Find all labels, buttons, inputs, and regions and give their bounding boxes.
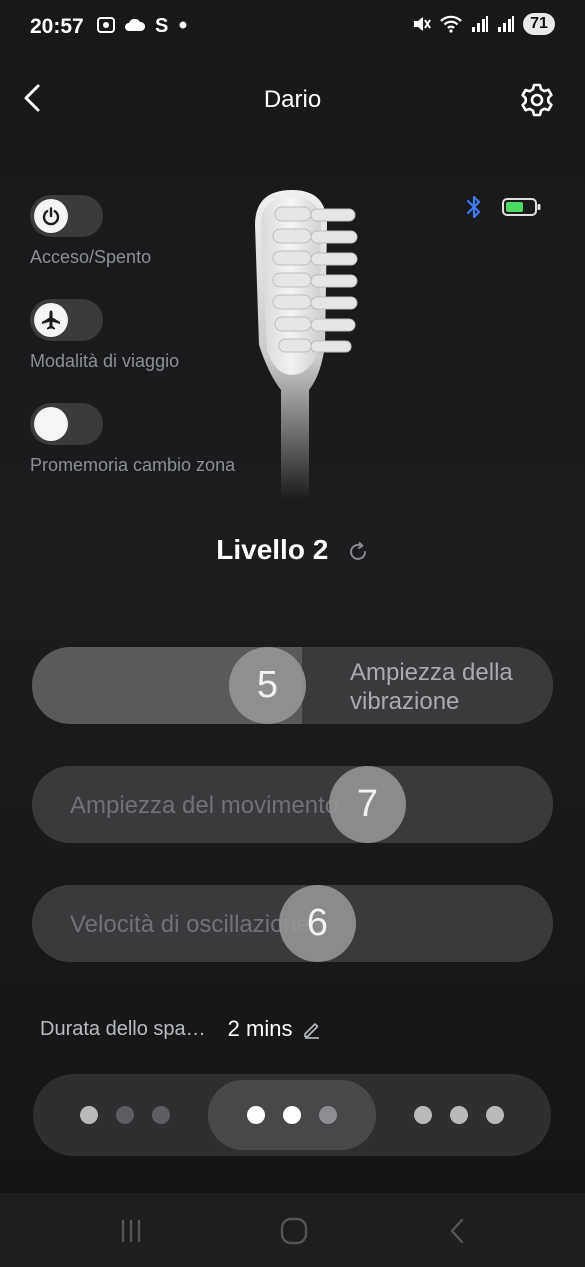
status-left-icons: S: [96, 15, 188, 35]
mode-dot: [283, 1106, 301, 1124]
app-header: Dario: [0, 70, 585, 128]
mode-dot: [486, 1106, 504, 1124]
notification-dot-icon: [179, 21, 187, 29]
power-icon: [42, 207, 60, 226]
power-toggle[interactable]: [30, 195, 103, 237]
toothbrush-image: [255, 190, 358, 500]
wifi-icon: [440, 15, 462, 33]
duration-label: Durata dello spa…: [40, 1017, 206, 1040]
toggle-knob: [34, 303, 68, 337]
vibration-amplitude-label: Ampiezza della vibrazione: [350, 659, 513, 717]
bluetooth-icon: [466, 195, 481, 219]
system-nav-bar: [0, 1193, 585, 1267]
mode-dot: [414, 1106, 432, 1124]
toggle-knob: [34, 407, 68, 441]
gear-icon: [521, 83, 553, 117]
toggle-group-power: Acceso/Spento: [30, 195, 151, 268]
zone-reminder-label: Promemoria cambio zona: [30, 455, 236, 475]
mode-dot: [152, 1106, 170, 1124]
movement-amplitude-slider[interactable]: Ampiezza del movimento: [32, 766, 553, 843]
home-icon: [280, 1217, 308, 1245]
status-time: 20:57: [30, 15, 84, 38]
cloud-icon: [125, 18, 146, 31]
mute-icon: [414, 17, 431, 31]
level-row: Livello 2: [0, 534, 585, 566]
vibration-amplitude-label-line2: vibrazione: [350, 687, 460, 715]
pencil-icon[interactable]: [302, 1019, 322, 1039]
screenshot-icon: [97, 17, 115, 33]
status-bar: 20:57 S 71: [0, 0, 585, 56]
duration-value: 2 mins: [227, 1016, 293, 1041]
signal-icon-2: [498, 16, 514, 32]
vibration-amplitude-label-line1: Ampiezza della: [350, 659, 513, 686]
oscillation-speed-thumb[interactable]: 6: [279, 885, 356, 962]
power-toggle-label: Acceso/Spento: [30, 247, 152, 267]
movement-amplitude-label: Ampiezza del movimento: [70, 792, 339, 819]
mode-dot: [319, 1106, 337, 1124]
s-app-icon: S: [155, 15, 168, 35]
duration-row[interactable]: Durata dello spa… 2 mins: [40, 1016, 322, 1042]
mode-dot: [80, 1106, 98, 1124]
refresh-icon[interactable]: [347, 541, 369, 563]
airplane-icon: [42, 310, 60, 330]
movement-amplitude-thumb[interactable]: 7: [329, 766, 406, 843]
recent-apps-button[interactable]: [111, 1215, 151, 1247]
travel-mode-toggle[interactable]: [30, 299, 103, 341]
settings-button[interactable]: [519, 82, 555, 118]
mode-option-1[interactable]: [41, 1080, 209, 1150]
toggle-group-zone-reminder: Promemoria cambio zona: [30, 403, 235, 476]
oscillation-speed-label: Velocità di oscillazione: [70, 911, 311, 938]
status-right-icons: 71: [411, 13, 555, 35]
signal-icon: [472, 16, 488, 32]
toggle-knob: [34, 199, 68, 233]
zone-reminder-toggle[interactable]: [30, 403, 103, 445]
page-title: Dario: [263, 86, 322, 113]
recent-apps-icon: [121, 1219, 141, 1243]
svg-text:S: S: [155, 15, 168, 35]
level-label: Livello 2: [216, 534, 329, 565]
nav-back-button[interactable]: [438, 1215, 478, 1247]
mode-dot: [116, 1106, 134, 1124]
toggle-group-travel: Modalità di viaggio: [30, 299, 179, 372]
mode-dot: [450, 1106, 468, 1124]
mode-dot: [247, 1106, 265, 1124]
mode-option-3[interactable]: [375, 1080, 543, 1150]
travel-mode-label: Modalità di viaggio: [30, 351, 180, 371]
battery-percent-badge: 71: [523, 13, 555, 35]
battery-icon: [502, 198, 541, 216]
mode-option-2[interactable]: [208, 1080, 376, 1150]
home-button[interactable]: [274, 1215, 314, 1247]
vibration-amplitude-thumb[interactable]: 5: [229, 647, 306, 724]
nav-back-icon: [450, 1218, 464, 1244]
mode-selector: [33, 1074, 551, 1156]
